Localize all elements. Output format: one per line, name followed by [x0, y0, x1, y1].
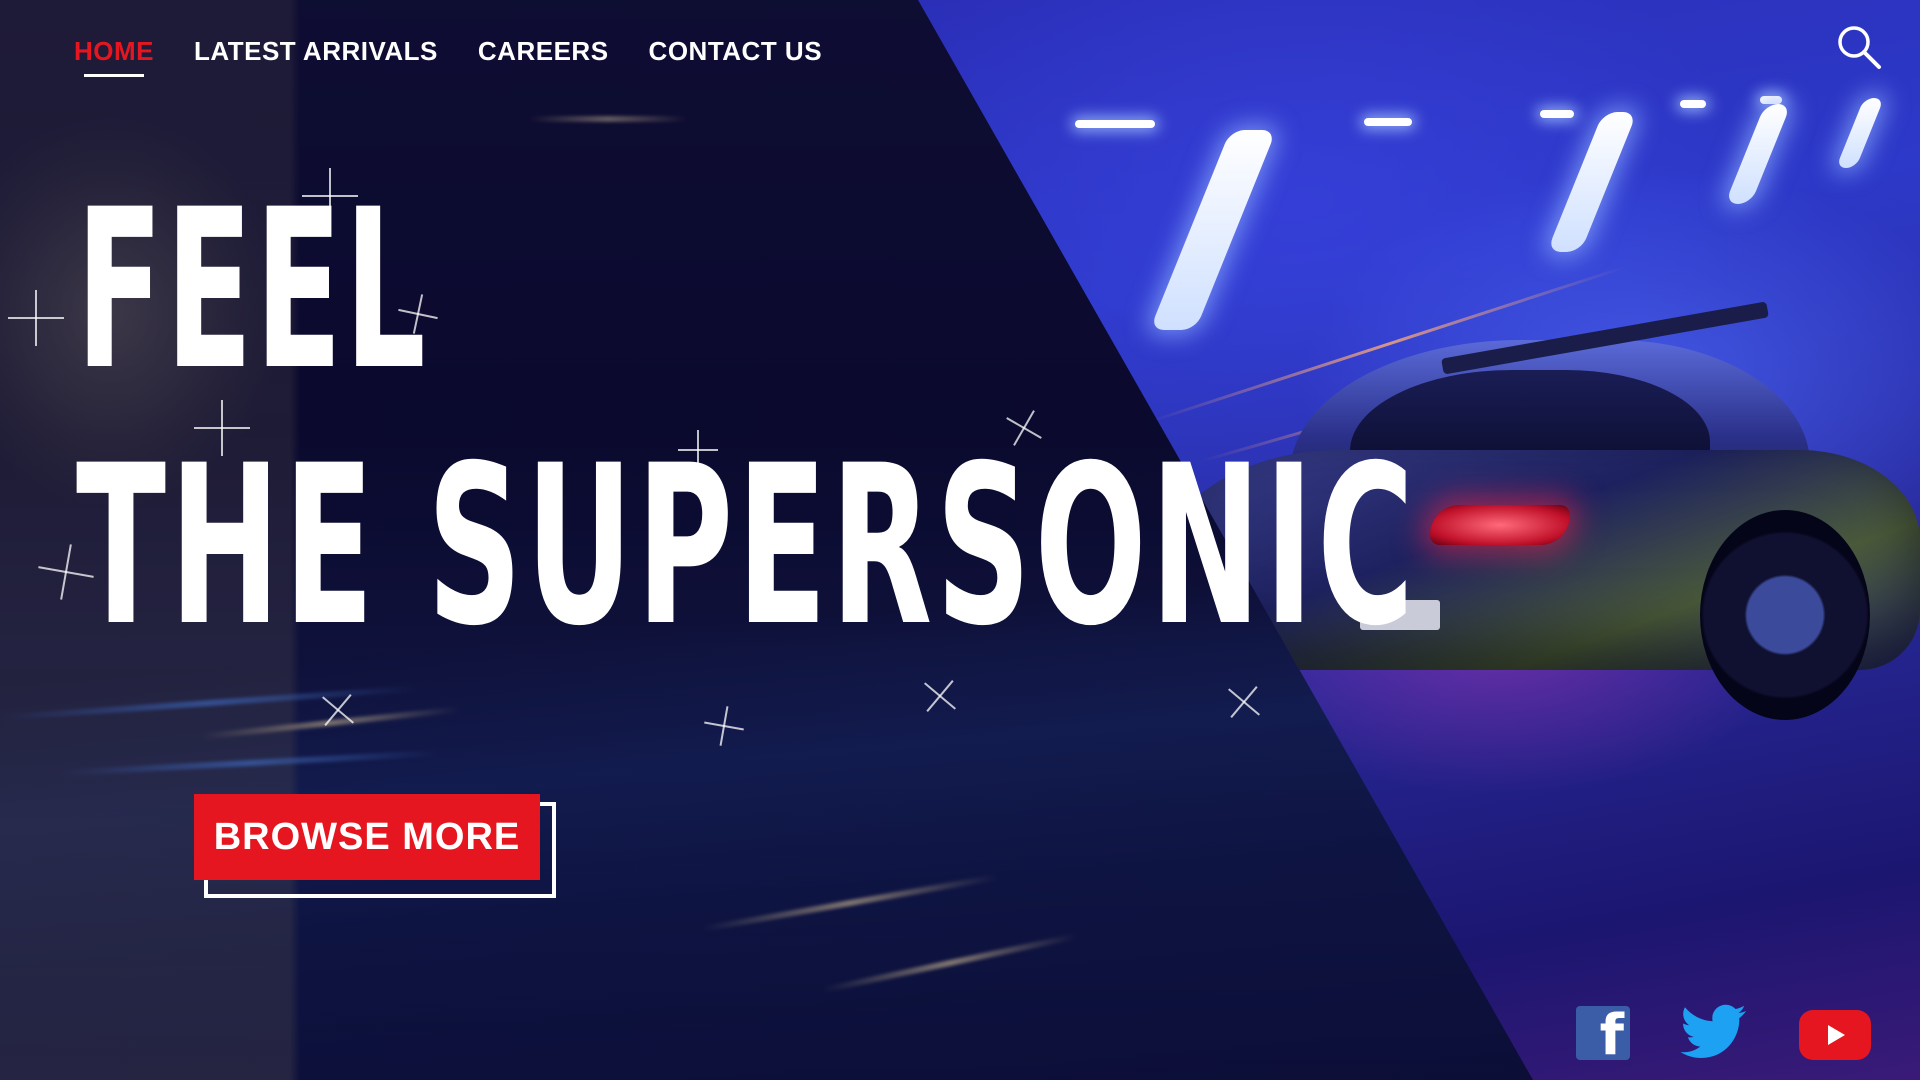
- tunnel-light: [1680, 100, 1706, 108]
- youtube-icon[interactable]: [1799, 1010, 1871, 1060]
- tunnel-light: [1364, 118, 1412, 126]
- search-icon[interactable]: [1836, 24, 1882, 70]
- nav-item-contact-us[interactable]: CONTACT US: [649, 36, 823, 67]
- tunnel-light: [1760, 96, 1782, 104]
- nav-item-careers[interactable]: CAREERS: [478, 36, 609, 67]
- main-nav: HOME LATEST ARRIVALS CAREERS CONTACT US: [74, 36, 823, 77]
- nav-item-latest-arrivals[interactable]: LATEST ARRIVALS: [194, 36, 438, 67]
- nav-item-home[interactable]: HOME: [74, 36, 154, 77]
- hero-headline: FEEL THE SUPERSONIC: [76, 180, 1920, 656]
- headline-line-2: THE SUPERSONIC: [76, 418, 1418, 674]
- headline-line-1: FEEL: [76, 162, 429, 418]
- hero-page: HOME LATEST ARRIVALS CAREERS CONTACT US …: [0, 0, 1920, 1080]
- twitter-icon[interactable]: [1680, 1004, 1748, 1064]
- tunnel-light: [1075, 120, 1155, 128]
- tunnel-light: [1540, 110, 1574, 118]
- tunnel-light: [1835, 98, 1885, 168]
- facebook-icon[interactable]: f: [1576, 1006, 1630, 1060]
- browse-more-button[interactable]: BROWSE MORE: [194, 794, 540, 880]
